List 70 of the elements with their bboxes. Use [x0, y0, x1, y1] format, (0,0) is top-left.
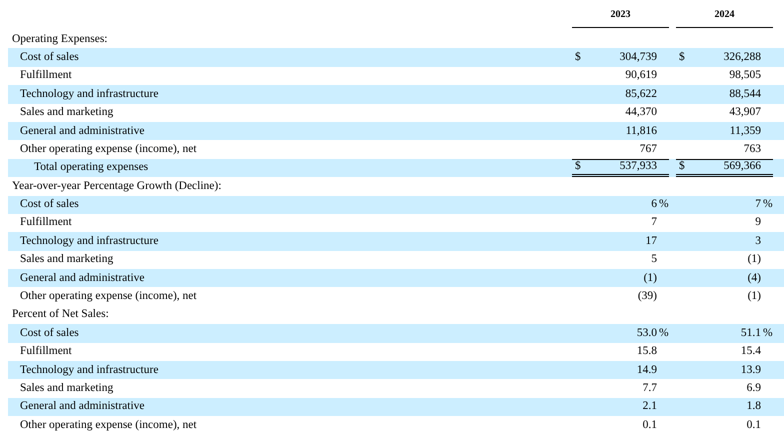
table-cell: 5: [651, 253, 657, 266]
table-cell: 98,505: [729, 69, 761, 82]
table-cell: 7.7: [642, 382, 657, 394]
row-label: Cost of sales: [20, 198, 79, 210]
row-label: General and administrative: [20, 124, 145, 137]
table-cell: 85,622: [625, 88, 657, 100]
table-cell: (4): [748, 272, 761, 284]
table-cell: 1.8: [746, 400, 761, 412]
row-label: Technology and infrastructure: [20, 234, 158, 247]
table-cell: 43,907: [729, 106, 761, 118]
row-label: Sales and marketing: [20, 382, 114, 394]
table-cell: 7: [651, 216, 657, 228]
row-label: Sales and marketing: [20, 253, 114, 266]
table-cell: 9: [755, 216, 761, 228]
table-cell: 90,619: [625, 69, 657, 82]
section-heading: Year-over-year Percentage Growth (Decline):: [12, 180, 222, 192]
row-label: Other operating expense (income), net: [20, 290, 197, 302]
column-header: 2024: [714, 8, 734, 20]
table-cell: 53.0: [636, 326, 657, 339]
row-label: Fulfillment: [20, 345, 72, 358]
table-cell: 569,366: [724, 160, 761, 172]
table-cell: 0.1: [642, 418, 657, 431]
table-cell: 7: [755, 198, 761, 210]
section-heading: Percent of Net Sales:: [12, 308, 109, 320]
currency-symbol: $: [575, 160, 581, 172]
table-cell: 2.1: [642, 400, 657, 412]
column-header: 2023: [610, 8, 630, 20]
row-label: Fulfillment: [20, 69, 72, 82]
table-cell: 0.1: [746, 418, 761, 431]
row-label: Other operating expense (income), net: [20, 418, 197, 431]
currency-symbol: $: [679, 160, 685, 172]
section-heading: Operating Expenses:: [12, 32, 108, 45]
table-cell: 11,359: [730, 124, 761, 137]
table-cell: 44,370: [625, 106, 657, 118]
table-cell: 326,288: [724, 50, 761, 63]
row-label: Cost of sales: [20, 50, 79, 63]
table-cell: 537,933: [620, 160, 657, 172]
row-label: General and administrative: [20, 400, 145, 412]
row-label: General and administrative: [20, 272, 145, 284]
table-cell: 14.9: [636, 364, 657, 376]
row-label: Technology and infrastructure: [20, 364, 158, 376]
unit-label: %: [763, 198, 773, 210]
table-cell: 15.8: [636, 345, 657, 358]
row-label: Total operating expenses: [34, 161, 148, 174]
unit-label: %: [659, 198, 669, 210]
row-label: Sales and marketing: [20, 106, 114, 118]
table-cell: 767: [640, 142, 657, 155]
row-label: Other operating expense (income), net: [20, 142, 197, 155]
table-cell: (1): [748, 290, 761, 302]
table-cell: 6: [651, 198, 657, 210]
row-label: Fulfillment: [20, 216, 72, 228]
table-cell: 11,816: [626, 124, 657, 137]
unit-label: %: [659, 326, 669, 339]
unit-label: %: [763, 326, 773, 339]
table-cell: 17: [646, 234, 657, 247]
row-label: Technology and infrastructure: [20, 88, 158, 100]
table-cell: 15.4: [740, 345, 761, 358]
row-label: Cost of sales: [20, 326, 79, 339]
currency-symbol: $: [575, 50, 581, 63]
table-cell: 13.9: [740, 364, 761, 376]
table-cell: (39): [638, 290, 657, 302]
table-cell: 88,544: [729, 88, 761, 100]
table-cell: 3: [755, 234, 761, 247]
table-cell: 51.1: [740, 326, 761, 339]
table-cell: 763: [744, 142, 761, 155]
table-cell: (1): [644, 272, 657, 284]
currency-symbol: $: [679, 50, 685, 63]
table-cell: 304,739: [620, 50, 657, 63]
table-cell: 6.9: [746, 382, 761, 394]
table-cell: (1): [748, 253, 761, 266]
